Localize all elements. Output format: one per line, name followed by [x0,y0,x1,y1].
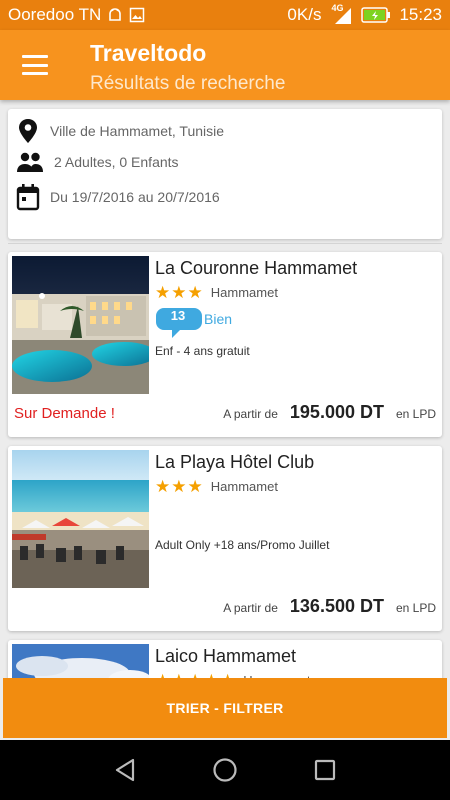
board-type: en LPD [395,601,436,615]
app-subtitle: Résultats de recherche [90,73,286,94]
search-location-row: Ville de Hammamet, Tunisie [16,118,224,144]
availability-status: Sur Demande ! [14,405,115,422]
search-guests: 2 Adultes, 0 Enfants [54,154,179,170]
hotel-name[interactable]: Laico Hammamet [155,646,296,667]
recent-apps-icon[interactable] [313,758,337,782]
location-pin-icon [19,119,37,143]
search-summary-card[interactable]: Ville de Hammamet, Tunisie 2 Adultes, 0 … [8,109,442,239]
star-icon: ★ [171,477,187,496]
calendar-icon [16,184,40,211]
star-icon: ★ [187,283,203,302]
hotel-photo [12,256,149,394]
clock: 15:23 [399,5,442,24]
hotel-card[interactable]: La Playa Hôtel Club ★ ★ ★ Hammamet Adult O… [8,446,442,631]
back-icon[interactable] [113,757,137,783]
rating-label: Bien [204,311,233,327]
android-debug-icon [109,8,122,21]
search-location: Ville de Hammamet, Tunisie [50,123,225,139]
hotel-promo: Enf - 4 ans gratuit [155,344,250,358]
hotel-stars: ★ ★ ★ Hammamet [155,478,278,495]
system-nav-bar [0,740,450,800]
search-dates-row: Du 19/7/2016 au 20/7/2016 [16,183,220,211]
search-dates: Du 19/7/2016 au 20/7/2016 [50,189,220,205]
hotel-promo: Adult Only +18 ans/Promo Juillet [155,538,330,552]
signal-icon [335,8,352,24]
hotel-city: Hammamet [210,479,278,494]
hotel-name[interactable]: La Couronne Hammamet [155,258,357,279]
image-notification-icon [129,7,145,23]
rating-score: 13 [170,308,186,323]
board-type: en LPD [395,407,436,421]
star-icon: ★ [155,283,171,302]
people-icon [17,152,43,172]
search-guests-row: 2 Adultes, 0 Enfants [16,151,179,173]
home-icon[interactable] [212,757,238,783]
hotel-photo [12,450,149,588]
app-bar: Traveltodo Résultats de recherche [0,30,450,100]
hotel-price: 195.000 DT [289,402,384,422]
hotel-card[interactable]: La Couronne Hammamet ★ ★ ★ Hammamet 13 Bie… [8,252,442,437]
hotel-name[interactable]: La Playa Hôtel Club [155,452,314,473]
price-prefix: A partir de [223,601,278,615]
hamburger-menu-icon[interactable] [22,55,48,75]
status-right: 0K/s 4G 15:23 [287,3,442,25]
network-type-badge: 4G [329,3,353,25]
hotel-city: Hammamet [210,285,278,300]
battery-icon [361,7,391,23]
sort-filter-button[interactable]: TRIER - FILTRER [3,678,447,738]
star-icon: ★ [155,477,171,496]
section-divider [8,243,442,244]
carrier-name: Ooredoo TN [8,5,102,24]
hotel-price: 136.500 DT [289,596,384,616]
star-icon: ★ [171,283,187,302]
star-icon: ★ [187,477,203,496]
price-row: A partir de 136.500 DT en LPD [223,596,436,617]
price-row: A partir de 195.000 DT en LPD [223,402,436,423]
network-speed: 0K/s [287,5,322,24]
status-bar: Ooredoo TN 0K/s 4G 15:23 [0,0,450,30]
app-title: Traveltodo [90,40,207,66]
price-prefix: A partir de [223,407,278,421]
hotel-stars: ★ ★ ★ Hammamet [155,284,278,301]
carrier-group: Ooredoo TN [8,5,145,25]
